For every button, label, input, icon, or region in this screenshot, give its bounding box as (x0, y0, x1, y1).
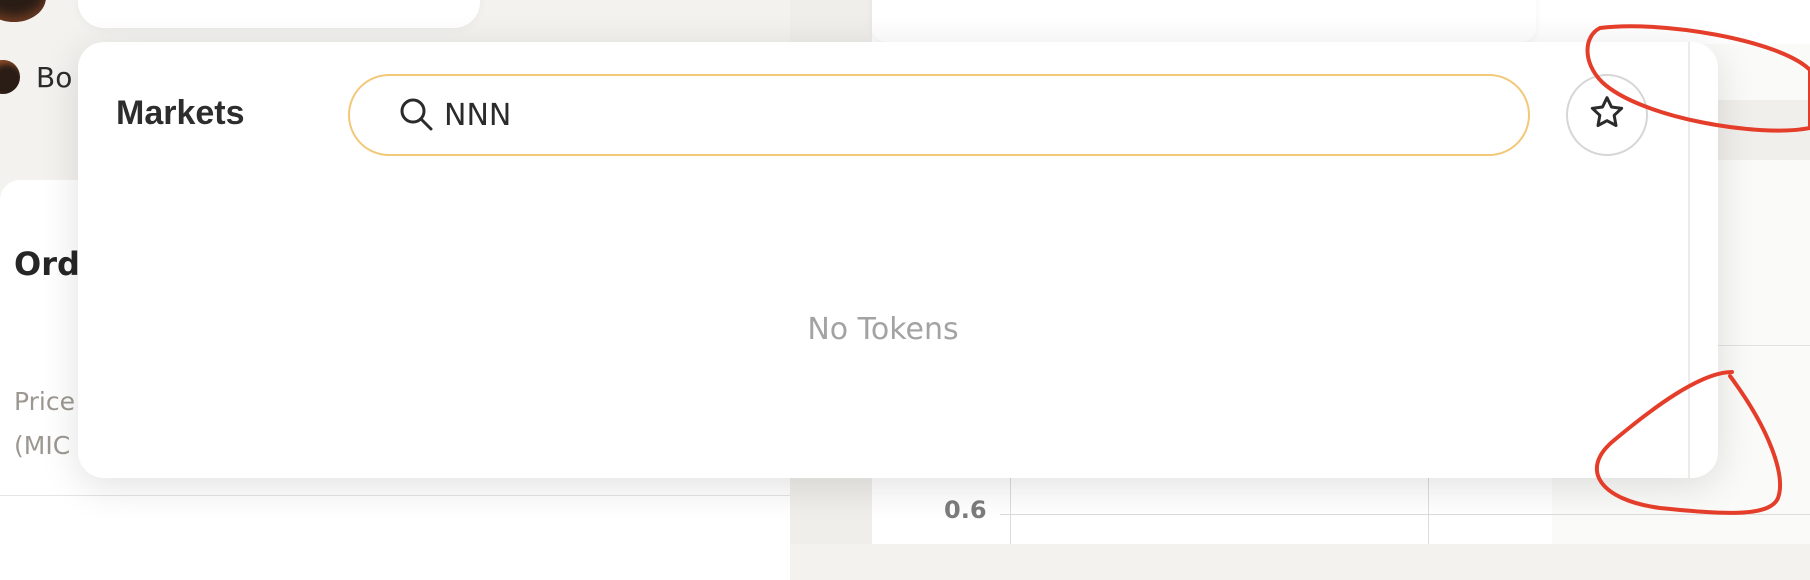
chart-y-tick: 0.6 (944, 496, 987, 524)
chart-header-card (872, 0, 1536, 42)
markets-dropdown: Markets No Tokens (78, 42, 1718, 478)
order-panel-divider (0, 495, 790, 496)
star-outline-icon (1587, 93, 1627, 137)
chart-gridline (1010, 470, 1011, 544)
chart-gridline (1428, 470, 1429, 544)
dropdown-scrollbar[interactable] (1688, 42, 1690, 478)
user-name[interactable]: Bo (36, 61, 72, 94)
chart-gridline (1000, 514, 1810, 515)
favorites-toggle-button[interactable] (1566, 74, 1648, 156)
top-card (78, 0, 480, 28)
avatar[interactable] (0, 60, 20, 94)
empty-state-message: No Tokens (78, 312, 1688, 347)
order-panel-title: Ord (14, 245, 80, 283)
search-icon (396, 95, 436, 135)
market-search-input[interactable] (442, 97, 1346, 134)
markets-title: Markets (116, 94, 245, 133)
right-sidebar-header (1552, 0, 1810, 44)
market-search-box[interactable] (348, 74, 1530, 156)
avatar (0, 0, 46, 22)
